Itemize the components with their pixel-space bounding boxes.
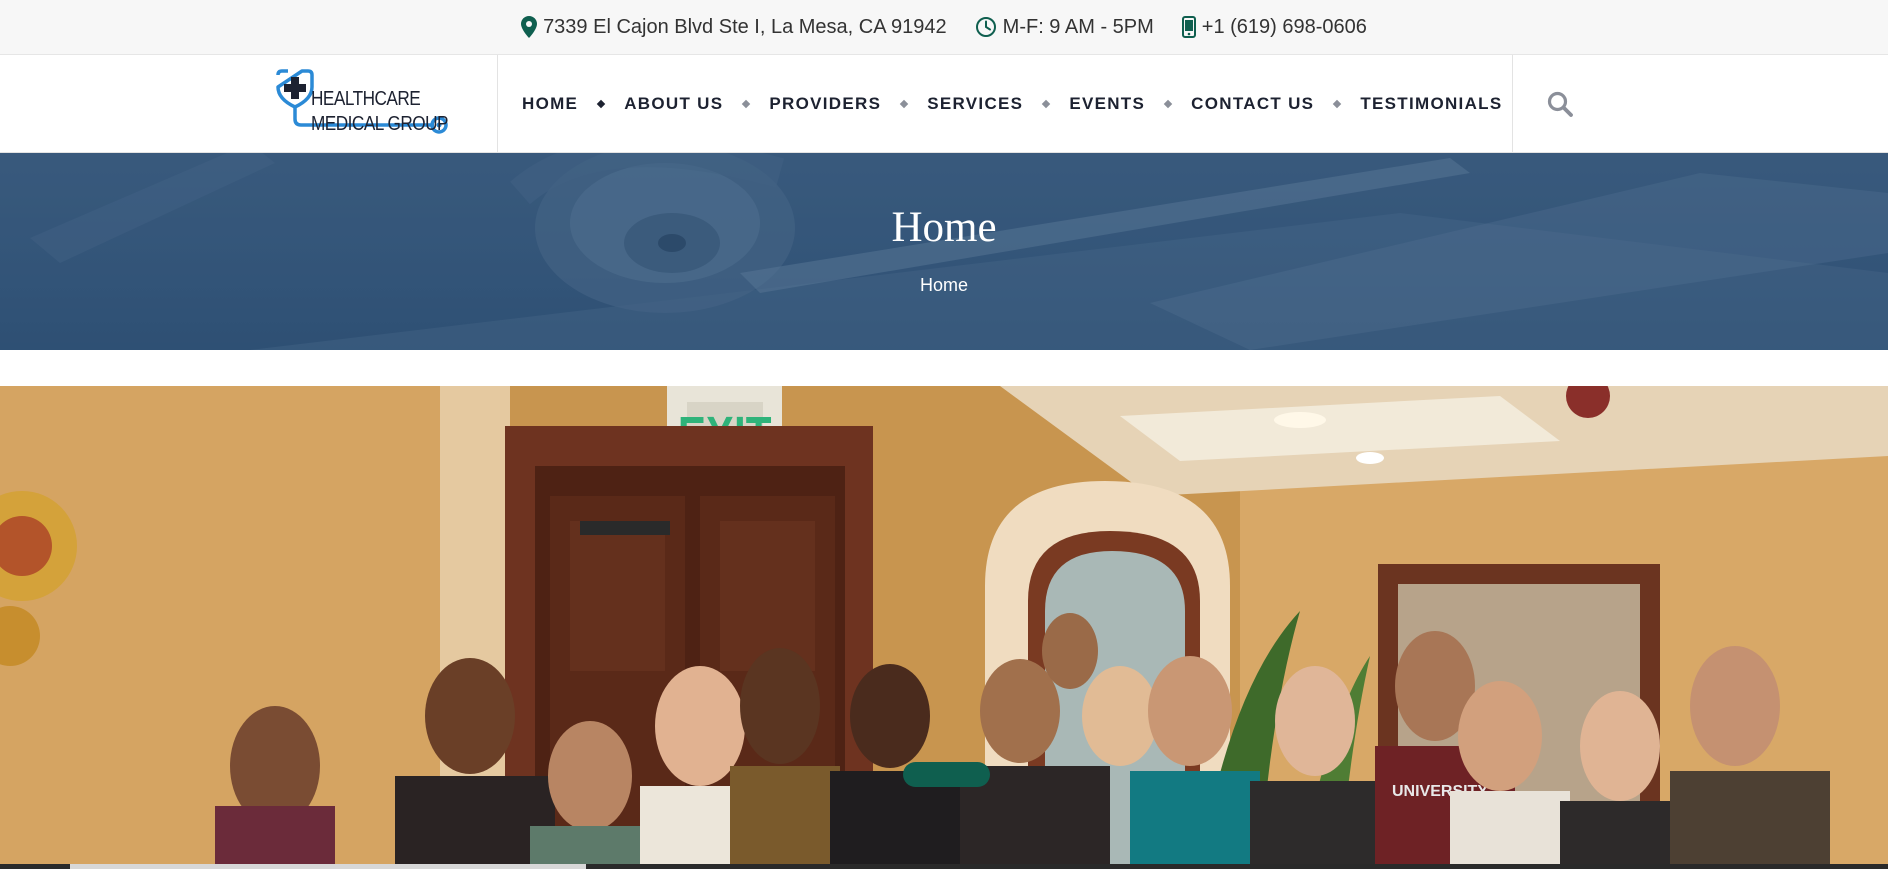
logo-line-1: HEALTHCARE xyxy=(311,88,421,110)
slider-progress-bar xyxy=(0,864,1888,869)
logo-line-2: MEDICAL GROUP xyxy=(311,113,448,135)
address-item[interactable]: 7339 El Cajon Blvd Ste I, La Mesa, CA 91… xyxy=(521,16,947,39)
nav-separator xyxy=(742,99,751,109)
nav-contact-us[interactable]: CONTACT US xyxy=(1191,94,1314,114)
nav-testimonials[interactable]: TESTIMONIALS xyxy=(1360,94,1502,114)
nav-events[interactable]: EVENTS xyxy=(1069,94,1145,114)
header-divider-left xyxy=(497,55,498,153)
slider-progress-fill xyxy=(70,864,586,869)
nav-separator xyxy=(596,99,606,109)
team-photo-image: EXIT xyxy=(0,386,1888,869)
site-logo[interactable]: HEALTHCARE MEDICAL GROUP xyxy=(274,69,450,141)
nav-about-us[interactable]: ABOUT US xyxy=(624,94,723,114)
site-header: HEALTHCARE MEDICAL GROUP HOME ABOUT US P… xyxy=(0,55,1888,153)
breadcrumb[interactable]: Home xyxy=(0,275,1888,296)
map-pin-icon xyxy=(521,16,538,38)
clock-icon xyxy=(975,17,996,37)
nav-separator xyxy=(1042,99,1051,109)
nav-separator xyxy=(1333,99,1342,109)
logo-text: HEALTHCARE MEDICAL GROUP xyxy=(311,87,448,137)
main-nav: HOME ABOUT US PROVIDERS SERVICES EVENTS … xyxy=(522,55,1502,153)
slider-pager-dot[interactable] xyxy=(903,762,990,787)
nav-services[interactable]: SERVICES xyxy=(927,94,1023,114)
address-text: 7339 El Cajon Blvd Ste I, La Mesa, CA 91… xyxy=(543,15,947,38)
phone-item[interactable]: +1 (619) 698-0606 xyxy=(1181,15,1367,39)
page-title-banner: Home Home xyxy=(0,153,1888,350)
header-divider-right xyxy=(1512,55,1513,153)
search-icon xyxy=(1547,91,1573,117)
search-button[interactable] xyxy=(1546,90,1574,118)
mobile-phone-icon xyxy=(1181,16,1196,38)
phone-text: +1 (619) 698-0606 xyxy=(1201,15,1367,38)
top-info-bar: 7339 El Cajon Blvd Ste I, La Mesa, CA 91… xyxy=(0,0,1888,55)
page-title: Home xyxy=(891,204,997,251)
hours-item: M-F: 9 AM - 5PM xyxy=(975,16,1154,39)
nav-home[interactable]: HOME xyxy=(522,94,578,114)
hours-text: M-F: 9 AM - 5PM xyxy=(1002,15,1154,38)
nav-providers[interactable]: PROVIDERS xyxy=(769,94,881,114)
group-photo: EXIT xyxy=(0,386,1888,869)
nav-separator xyxy=(1163,99,1173,109)
nav-separator xyxy=(899,99,909,109)
